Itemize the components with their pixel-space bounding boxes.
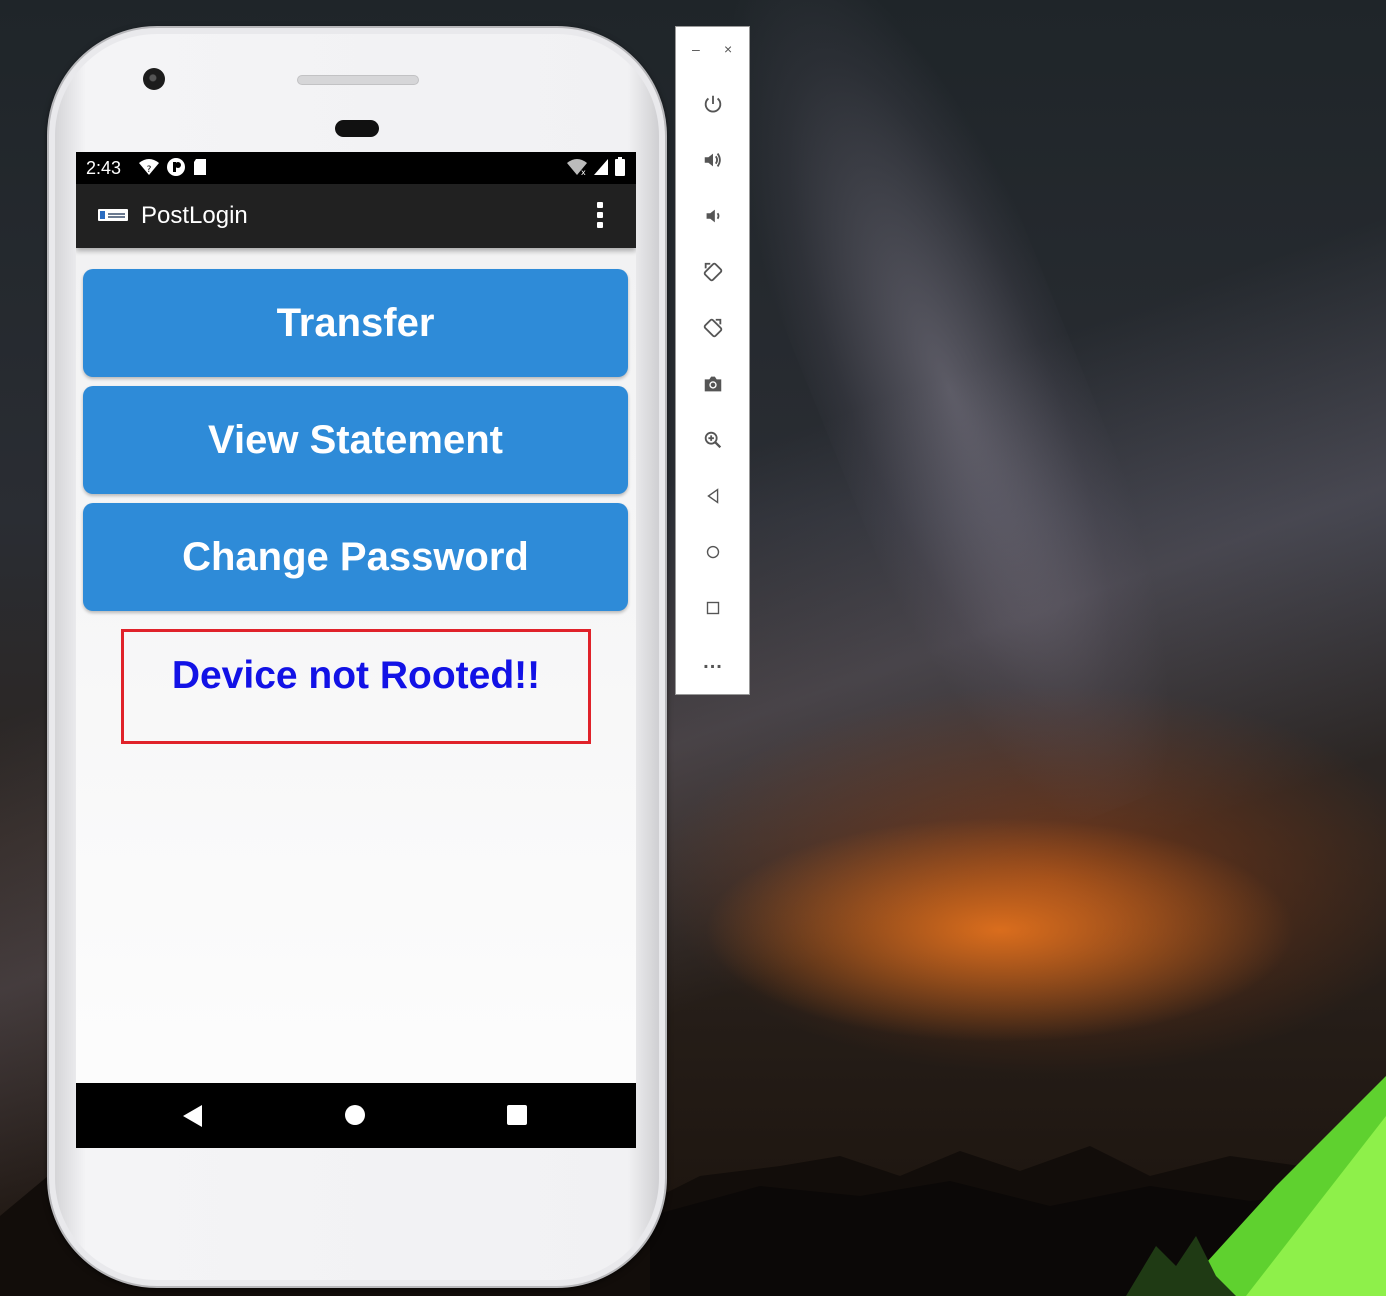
signal-icon bbox=[594, 159, 608, 175]
emulator-toolbar: – × ... bbox=[675, 26, 750, 695]
app-title: PostLogin bbox=[141, 202, 248, 229]
battery-icon bbox=[615, 157, 625, 176]
navigation-bar bbox=[76, 1083, 636, 1148]
wifi-question-icon: ? bbox=[139, 159, 159, 175]
zoom-icon[interactable] bbox=[700, 427, 726, 453]
transfer-button[interactable]: Transfer bbox=[83, 269, 628, 377]
close-button[interactable]: × bbox=[724, 41, 732, 57]
rotate-left-icon[interactable] bbox=[700, 259, 726, 285]
root-status-highlight: Device not Rooted!! bbox=[121, 629, 591, 744]
nav-home-icon[interactable] bbox=[345, 1105, 365, 1125]
wifi-off-icon: x bbox=[567, 159, 587, 177]
proximity-sensor bbox=[335, 120, 379, 137]
back-icon[interactable] bbox=[700, 483, 726, 509]
app-bar: PostLogin bbox=[76, 184, 636, 248]
home-icon[interactable] bbox=[700, 539, 726, 565]
overview-icon[interactable] bbox=[700, 595, 726, 621]
camera-icon[interactable] bbox=[700, 371, 726, 397]
earpiece-speaker bbox=[297, 75, 419, 85]
volume-up-icon[interactable] bbox=[700, 147, 726, 173]
overflow-menu-icon[interactable] bbox=[592, 202, 608, 232]
volume-down-icon[interactable] bbox=[700, 203, 726, 229]
nav-recents-icon[interactable] bbox=[507, 1105, 527, 1125]
phone-screen: 2:43 ? x PostLogin Transfer View Stateme… bbox=[76, 152, 636, 1148]
app-logo-icon bbox=[98, 209, 128, 221]
status-time: 2:43 bbox=[86, 158, 122, 178]
sd-card-icon bbox=[194, 159, 206, 175]
svg-text:?: ? bbox=[147, 165, 152, 175]
more-options-label: ... bbox=[703, 651, 723, 673]
root-status-message: Device not Rooted!! bbox=[171, 654, 541, 697]
status-bar: 2:43 ? x bbox=[76, 152, 636, 184]
change-password-button[interactable]: Change Password bbox=[83, 503, 628, 611]
nav-back-icon[interactable] bbox=[183, 1105, 202, 1127]
status-system-icons: x bbox=[566, 157, 626, 177]
app-notification-icon bbox=[167, 158, 185, 176]
front-camera bbox=[143, 68, 165, 90]
more-options-button[interactable]: ... bbox=[700, 649, 726, 675]
rotate-right-icon[interactable] bbox=[700, 315, 726, 341]
minimize-button[interactable]: – bbox=[692, 41, 700, 57]
view-statement-button[interactable]: View Statement bbox=[83, 386, 628, 494]
status-notification-icons: ? bbox=[138, 157, 208, 177]
svg-text:x: x bbox=[581, 168, 586, 177]
background-tent bbox=[1126, 1076, 1386, 1296]
power-icon[interactable] bbox=[700, 91, 726, 117]
